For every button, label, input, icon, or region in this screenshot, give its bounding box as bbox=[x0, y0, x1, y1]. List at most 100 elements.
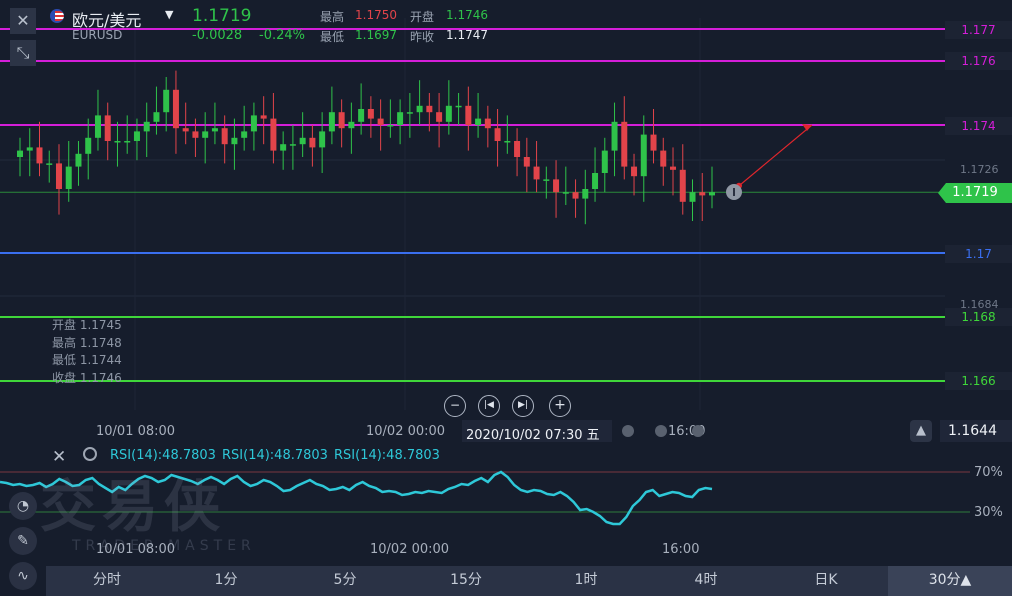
candle-body bbox=[650, 134, 657, 151]
tab-timeshare[interactable]: 分时 bbox=[46, 566, 168, 596]
candle-body bbox=[426, 105, 433, 113]
rsi-time-label: 16:00 bbox=[662, 542, 700, 557]
candle-body bbox=[250, 115, 257, 132]
candle-body bbox=[192, 131, 199, 138]
indicator-icon[interactable]: ◔ bbox=[9, 492, 37, 520]
price-tag-1168[interactable]: 1.168 bbox=[945, 308, 1012, 326]
zoom-in-button[interactable]: + bbox=[549, 395, 571, 417]
time-axis-label: 10/01 08:00 bbox=[96, 424, 176, 439]
candle-body bbox=[397, 112, 404, 125]
candle-body bbox=[631, 166, 638, 177]
candle-body bbox=[280, 144, 287, 151]
rsi-label: RSI(14):48.7803 bbox=[110, 448, 216, 463]
scroll-end-button[interactable]: ▶| bbox=[512, 395, 534, 417]
candle-body bbox=[153, 112, 160, 122]
close-icon[interactable]: ✕ bbox=[10, 8, 36, 34]
price-tag-1166[interactable]: 1.166 bbox=[945, 372, 1012, 390]
zoom-out-button[interactable]: − bbox=[444, 395, 466, 417]
candle-body bbox=[260, 115, 267, 119]
price-tag-1174[interactable]: 1.174 bbox=[945, 117, 1012, 135]
crosshair-datetime: 2020/10/02 07:30 五 bbox=[466, 428, 600, 443]
candle-body bbox=[309, 137, 316, 148]
open-value: 1.1746 bbox=[446, 8, 488, 22]
candle-body bbox=[699, 192, 706, 196]
candle-body bbox=[367, 109, 374, 119]
candle-body bbox=[319, 131, 326, 148]
symbol-code: EURUSD bbox=[72, 28, 123, 42]
tab-15min[interactable]: 15分 bbox=[406, 566, 526, 596]
pencil-icon[interactable]: ✎ bbox=[9, 527, 37, 555]
candle-body bbox=[640, 134, 647, 177]
candle-body bbox=[592, 173, 599, 189]
ohlc-high: 最高 1.1748 bbox=[52, 336, 122, 350]
candle-body bbox=[211, 128, 218, 132]
tab-5min[interactable]: 5分 bbox=[284, 566, 406, 596]
rsi-level-30: 30% bbox=[974, 505, 1003, 520]
watermark-logo: 交易侠 bbox=[40, 475, 226, 540]
rsi-label: RSI(14):48.7803 bbox=[334, 448, 440, 463]
chevron-down-icon[interactable]: ▼ bbox=[165, 8, 173, 21]
tab-1min[interactable]: 1分 bbox=[168, 566, 284, 596]
candle-body bbox=[114, 141, 121, 143]
rsi-time-label: 10/02 00:00 bbox=[370, 542, 450, 557]
candle-body bbox=[377, 118, 384, 125]
time-axis-label: 10/02 00:00 bbox=[366, 424, 446, 439]
candle-body bbox=[104, 115, 111, 141]
record-icon[interactable] bbox=[622, 425, 634, 437]
scroll-start-button[interactable]: |◀ bbox=[478, 395, 500, 417]
record-icon[interactable] bbox=[655, 425, 667, 437]
candle-body bbox=[621, 121, 628, 167]
candle-body bbox=[582, 189, 589, 199]
prevclose-value: 1.1747 bbox=[446, 28, 488, 42]
candle-body bbox=[17, 150, 23, 157]
candle-body bbox=[660, 150, 667, 167]
tab-daily[interactable]: 日K bbox=[766, 566, 886, 596]
candle-body bbox=[709, 192, 715, 196]
price-tag-1177[interactable]: 1.177 bbox=[945, 21, 1012, 39]
price-tag-1176[interactable]: 1.176 bbox=[945, 52, 1012, 70]
candle-body bbox=[55, 163, 62, 189]
trend-arrow-head bbox=[802, 124, 812, 131]
prevclose-label: 昨收 bbox=[410, 30, 435, 44]
rsi-level-70: 70% bbox=[974, 465, 1003, 480]
candle-body bbox=[328, 112, 335, 132]
tab-4hour[interactable]: 4时 bbox=[646, 566, 766, 596]
candle-body bbox=[231, 137, 238, 145]
candle-body bbox=[504, 141, 511, 143]
low-value: 1.1697 bbox=[355, 28, 397, 42]
candle-body bbox=[543, 179, 550, 181]
line-chart-icon[interactable]: ∿ bbox=[9, 562, 37, 590]
low-label: 最低 bbox=[320, 30, 345, 44]
candle-body bbox=[670, 166, 677, 170]
record-icon[interactable] bbox=[692, 425, 704, 437]
candle-body bbox=[514, 141, 521, 157]
ohlc-low: 最低 1.1744 bbox=[52, 353, 122, 367]
candle-body bbox=[65, 166, 72, 189]
candle-body bbox=[143, 121, 150, 132]
candle-body bbox=[523, 157, 530, 167]
candle-body bbox=[36, 147, 43, 164]
candle-body bbox=[163, 89, 170, 113]
settings-icon[interactable] bbox=[83, 447, 97, 461]
current-price-tag: 1.1719 bbox=[938, 183, 1012, 203]
candle-body bbox=[533, 166, 540, 180]
collapse-icon[interactable]: ⤡ bbox=[10, 40, 36, 66]
tab-1hour[interactable]: 1时 bbox=[526, 566, 646, 596]
bell-icon[interactable]: ▲ bbox=[910, 420, 932, 442]
ohlc-open: 开盘 1.1745 bbox=[52, 318, 122, 332]
candle-body bbox=[562, 192, 569, 194]
candle-body bbox=[436, 112, 443, 122]
price-tag-117[interactable]: 1.17 bbox=[945, 245, 1012, 263]
candle-body bbox=[475, 118, 482, 125]
candle-body bbox=[94, 115, 101, 138]
tab-30min-selected[interactable]: 30分▲ bbox=[888, 566, 1012, 596]
candle-body bbox=[26, 147, 33, 151]
candle-body bbox=[182, 128, 189, 132]
candle-body bbox=[202, 131, 209, 138]
ohlc-close: 收盘 1.1746 bbox=[52, 371, 122, 385]
open-label: 开盘 bbox=[410, 10, 435, 24]
trading-app: ✕ ⤡ 欧元/美元 ▼ EURUSD 1.1719 -0.0028 -0.24%… bbox=[0, 0, 1012, 596]
candle-body bbox=[406, 112, 413, 114]
candle-body bbox=[601, 150, 608, 173]
price-change-pct: -0.24% bbox=[259, 28, 305, 43]
